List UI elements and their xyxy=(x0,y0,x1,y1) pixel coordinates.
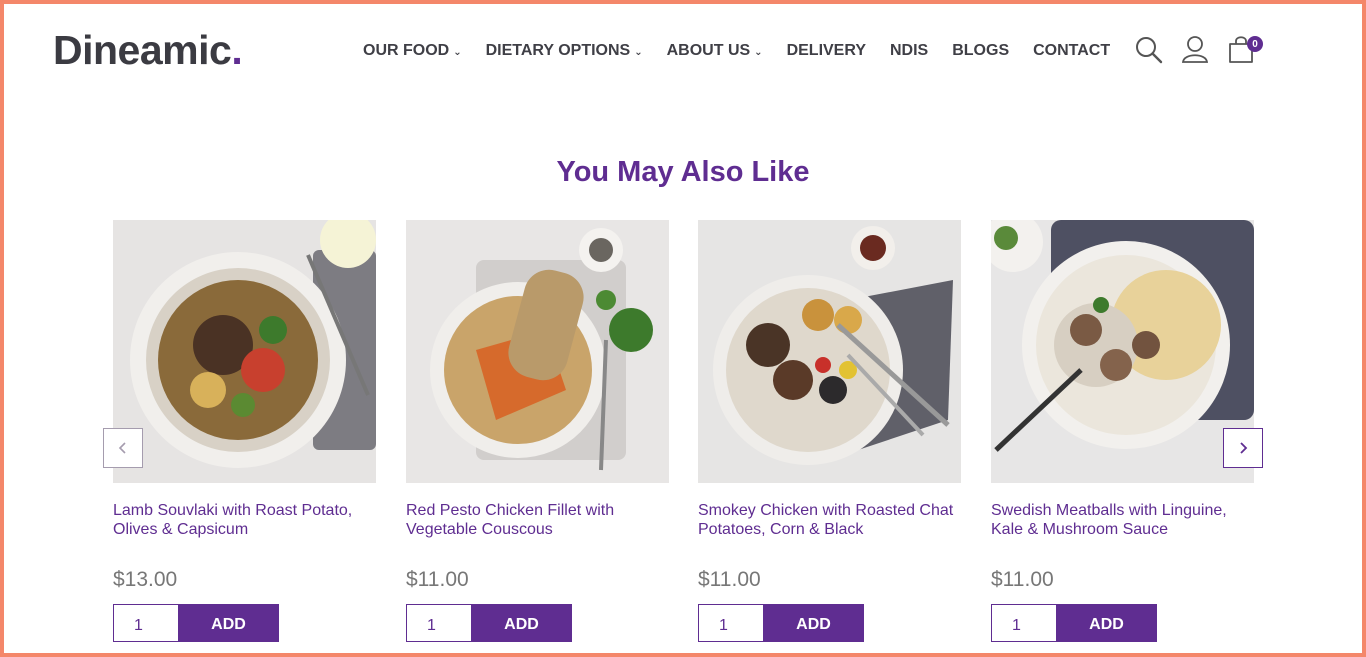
brand-logo[interactable]: Dineamic. xyxy=(53,27,243,74)
product-name[interactable]: Swedish Meatballs with Linguine, Kale & … xyxy=(991,501,1254,541)
chevron-down-icon: ⌄ xyxy=(453,46,462,58)
chevron-down-icon: ⌄ xyxy=(754,46,763,58)
product-card: Red Pesto Chicken Fillet with Vegetable … xyxy=(406,220,669,642)
add-to-cart-group: 1 ADD xyxy=(406,604,669,642)
add-button[interactable]: ADD xyxy=(1056,604,1157,642)
nav-about-us[interactable]: ABOUT US ⌄ xyxy=(667,42,763,60)
product-image[interactable] xyxy=(698,220,961,483)
quantity-input[interactable]: 1 xyxy=(991,604,1056,642)
nav-delivery[interactable]: DELIVERY xyxy=(787,42,866,60)
nav-contact[interactable]: CONTACT xyxy=(1033,42,1110,60)
product-price: $13.00 xyxy=(113,568,178,591)
product-card: Smokey Chicken with Roasted Chat Potatoe… xyxy=(698,220,961,642)
quantity-input[interactable]: 1 xyxy=(698,604,763,642)
carousel-next-button[interactable] xyxy=(1223,428,1263,468)
chevron-left-icon xyxy=(118,442,126,454)
product-image[interactable] xyxy=(406,220,669,483)
product-image[interactable] xyxy=(991,220,1254,483)
quantity-input[interactable]: 1 xyxy=(113,604,178,642)
product-price: $11.00 xyxy=(698,568,761,591)
quantity-input[interactable]: 1 xyxy=(406,604,471,642)
add-button[interactable]: ADD xyxy=(471,604,572,642)
product-image[interactable] xyxy=(113,220,376,483)
product-price: $11.00 xyxy=(991,568,1054,591)
add-button[interactable]: ADD xyxy=(178,604,279,642)
product-card: Swedish Meatballs with Linguine, Kale & … xyxy=(991,220,1254,642)
product-price: $11.00 xyxy=(406,568,469,591)
header-icons: 0 xyxy=(1134,33,1272,65)
product-name[interactable]: Red Pesto Chicken Fillet with Vegetable … xyxy=(406,501,669,541)
cart-count-badge: 0 xyxy=(1247,36,1263,52)
product-name[interactable]: Lamb Souvlaki with Roast Potato, Olives … xyxy=(113,501,376,541)
nav-blogs[interactable]: BLOGS xyxy=(952,42,1009,60)
user-icon[interactable] xyxy=(1180,33,1210,65)
section-title: You May Also Like xyxy=(556,156,810,188)
shopping-bag-icon[interactable]: 0 xyxy=(1226,33,1263,65)
product-card: Lamb Souvlaki with Roast Potato, Olives … xyxy=(113,220,376,642)
nav-our-food[interactable]: OUR FOOD ⌄ xyxy=(363,42,462,60)
add-button[interactable]: ADD xyxy=(763,604,864,642)
nav-ndis[interactable]: NDIS xyxy=(890,42,928,60)
chevron-right-icon xyxy=(1240,442,1248,454)
product-name[interactable]: Smokey Chicken with Roasted Chat Potatoe… xyxy=(698,501,961,541)
chevron-down-icon: ⌄ xyxy=(634,46,643,58)
add-to-cart-group: 1 ADD xyxy=(991,604,1254,642)
add-to-cart-group: 1 ADD xyxy=(698,604,961,642)
carousel-prev-button[interactable] xyxy=(103,428,143,468)
search-icon[interactable] xyxy=(1134,33,1164,65)
add-to-cart-group: 1 ADD xyxy=(113,604,376,642)
nav-dietary-options[interactable]: DIETARY OPTIONS ⌄ xyxy=(486,42,643,60)
main-nav: OUR FOOD ⌄ DIETARY OPTIONS ⌄ ABOUT US ⌄ DEL… xyxy=(363,42,1134,60)
